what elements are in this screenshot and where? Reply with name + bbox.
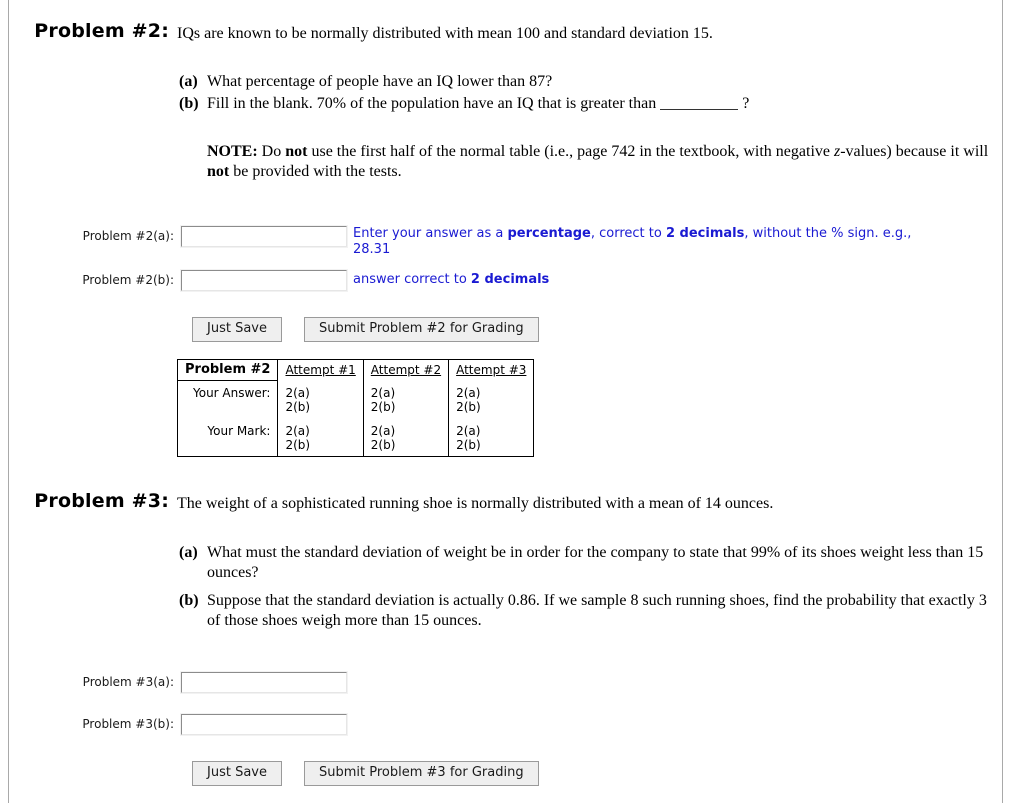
cell-text: 2(a) [370, 385, 396, 400]
answer-label-2a: Problem #2(a): [82, 229, 174, 243]
cell-text: 2(b) [285, 437, 311, 452]
attempts-header-row: Problem #2 Attempt #1 Attempt #2 Attempt… [177, 359, 534, 381]
note-seg-4: be provided with the tests. [229, 163, 402, 181]
attempts-table-2: Problem #2 Attempt #1 Attempt #2 Attempt… [177, 359, 535, 457]
cell-text: 2(b) [370, 437, 396, 452]
your-answer-attempt-3: 2(a) 2(b) [448, 380, 534, 416]
cell-text: 2(a) [456, 385, 481, 400]
fill-in-blank-line [660, 108, 739, 110]
hint-2b-seg-1: answer correct to [353, 272, 471, 287]
answer-row-2b: Problem #2(b): answer correct to 2 decim… [9, 269, 1002, 294]
your-mark-attempt-3: 2(a) 2(b) [448, 415, 534, 456]
hint-2a-bold-2: 2 decimals [665, 226, 745, 241]
attempts-col-header-1: Attempt #1 [277, 359, 364, 381]
your-mark-label: Your Mark: [207, 423, 271, 438]
table-row-your-answer: Your Answer: 2(a) 2(b) 2(a) 2(b) 2(a) 2(… [178, 380, 534, 416]
cell-text: 2(a) [370, 423, 396, 438]
problem-2-note: NOTE: Do not use the first half of the n… [207, 142, 997, 183]
answer-row-3a: Problem #3(a): [9, 671, 1002, 696]
problem-3-button-row: Just Save Submit Problem #3 for Grading [192, 761, 539, 787]
cell-text: 2(b) [370, 399, 396, 414]
problem-3-label: Problem #3: [34, 490, 169, 512]
part-a-tag: (a) [179, 544, 198, 561]
answer-input-3b[interactable] [180, 713, 348, 736]
just-save-button-3[interactable]: Just Save [192, 761, 282, 787]
cell-text: 2(a) [456, 423, 481, 438]
problem-2-label: Problem #2: [34, 20, 169, 42]
problem-2-statement: IQs are known to be normally distributed… [177, 25, 713, 42]
cell-text: 2(a) [285, 423, 310, 438]
cell-text: 2(b) [456, 437, 481, 452]
answer-label-3a: Problem #3(a): [82, 675, 174, 689]
table-row-your-mark: Your Mark: 2(a) 2(b) 2(a) 2(b) 2(a) 2(b) [178, 415, 534, 456]
problem-3-statement: The weight of a sophisticated running sh… [177, 495, 774, 512]
note-bold-1: not [285, 143, 308, 160]
answer-label-3b: Problem #3(b): [82, 717, 174, 731]
attempt-1-label: Attempt #1 [285, 363, 356, 377]
answer-hint-2b: answer correct to 2 decimals [353, 272, 913, 288]
your-mark-attempt-2: 2(a) 2(b) [362, 415, 449, 456]
part-a-tag: (a) [179, 73, 198, 90]
answer-input-2b[interactable] [180, 269, 348, 292]
note-seg-3: -values) because it will [840, 143, 989, 160]
problem-2-parts: (a) What percentage of people have an IQ… [179, 72, 997, 115]
problem-3-part-a: (a) What must the standard deviation of … [179, 543, 997, 582]
worksheet-page: Problem #2: IQs are known to be normally… [9, 0, 1002, 803]
note-seg-1: Do [257, 143, 286, 160]
attempts-col-header-3: Attempt #3 [448, 359, 534, 381]
attempt-3-label: Attempt #3 [456, 363, 527, 377]
note-heading: NOTE: [207, 143, 258, 160]
cell-text: 2(a) [285, 385, 310, 400]
answer-row-2a: Problem #2(a): Enter your answer as a pe… [9, 225, 1002, 257]
part-b-tag: (b) [179, 592, 199, 610]
cell-text: 2(b) [456, 399, 481, 414]
problem-2-part-b: (b) Fill in the blank. 70% of the popula… [179, 94, 997, 114]
cell-text: 2(b) [285, 399, 311, 414]
note-seg-2: use the first half of the normal table (… [307, 143, 834, 160]
hint-2b-bold-1: 2 decimals [470, 272, 550, 287]
problem-2-part-a: (a) What percentage of people have an IQ… [179, 72, 997, 92]
just-save-button-2[interactable]: Just Save [192, 317, 282, 343]
problem-2-button-row: Just Save Submit Problem #2 for Grading [192, 317, 539, 343]
problem-3-part-b: (b) Suppose that the standard deviation … [179, 591, 997, 630]
part-b-tag: (b) [179, 94, 199, 112]
hint-2a-seg-1: Enter your answer as a [353, 226, 508, 241]
hint-2a-seg-2: , correct to [590, 226, 666, 241]
part-a-text: What percentage of people have an IQ low… [207, 73, 553, 90]
part-b-text-pre: Fill in the blank. 70% of the population… [207, 94, 657, 112]
answer-label-2b: Problem #2(b): [82, 273, 174, 287]
your-answer-attempt-1: 2(a) 2(b) [277, 380, 364, 416]
your-mark-attempt-1: 2(a) 2(b) [277, 415, 364, 456]
submit-problem-3-button[interactable]: Submit Problem #3 for Grading [304, 761, 539, 787]
problem-3-parts: (a) What must the standard deviation of … [179, 543, 997, 632]
attempt-2-label: Attempt #2 [370, 363, 442, 377]
attempts-col-header-2: Attempt #2 [362, 359, 449, 381]
your-answer-label: Your Answer: [193, 386, 271, 400]
answer-row-3b: Problem #3(b): [9, 713, 1002, 738]
answer-input-2a[interactable] [180, 225, 348, 248]
page-right-rule [1002, 0, 1003, 803]
your-answer-attempt-2: 2(a) 2(b) [362, 380, 449, 416]
note-bold-2: not [207, 163, 230, 181]
submit-problem-2-button[interactable]: Submit Problem #2 for Grading [304, 317, 539, 343]
part-b-text-post: ? [742, 94, 750, 112]
answer-input-3a[interactable] [180, 671, 348, 694]
hint-2a-bold-1: percentage [507, 226, 591, 241]
attempts-table-title: Problem #2 [177, 359, 278, 381]
part-b-text: Suppose that the standard deviation is a… [207, 592, 987, 629]
answer-hint-2a: Enter your answer as a percentage, corre… [353, 226, 913, 259]
part-a-text: What must the standard deviation of weig… [207, 544, 984, 581]
